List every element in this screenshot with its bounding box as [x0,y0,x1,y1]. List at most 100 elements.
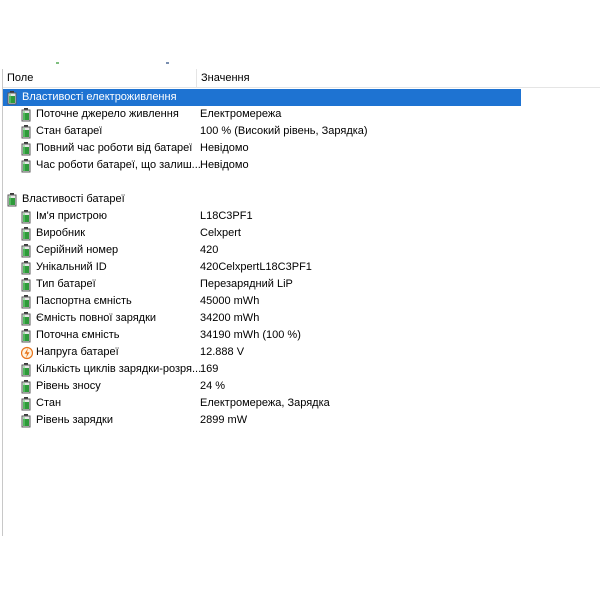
field-value: Невідомо [200,142,249,154]
field-name: Напруга батареї [36,346,119,358]
field-cell: Ім'я пристрою [21,208,107,225]
field-name: Рівень зарядки [36,414,113,426]
group-row[interactable]: Властивості електроживлення [3,89,521,106]
field-cell: Стан [21,395,61,412]
field-cell: Рівень зарядки [21,412,113,429]
field-cell: Повний час роботи від батареї [21,140,192,157]
field-cell: Виробник [21,225,85,242]
table-row[interactable]: Поточна ємність 34190 mWh (100 %) [3,327,600,344]
field-value: Електромережа [200,108,282,120]
field-cell: Поточне джерело живлення [21,106,179,123]
table-row[interactable]: Кількість циклів зарядки-розря... 169 [3,361,600,378]
column-header: Поле Значення [3,69,600,88]
field-name: Виробник [36,227,86,239]
field-cell: Кількість циклів зарядки-розря... [21,361,201,378]
group-title: Властивості батареї [22,193,125,205]
battery-icon [21,294,33,309]
field-cell: Тип батареї [21,276,96,293]
table-row[interactable]: Унікальний ID 420CelxpertL18C3PF1 [3,259,600,276]
field-value: L18C3PF1 [200,210,253,222]
battery-icon [21,243,33,258]
field-cell: Паспортна ємність [21,293,132,310]
field-name: Серійний номер [36,244,119,256]
battery-icon [21,413,33,428]
list-rows: Властивості електроживлення Поточне джере… [3,89,600,429]
field-value: 34190 mWh (100 %) [200,329,301,341]
toolbar-fragment [166,62,169,64]
field-value: 45000 mWh [200,295,260,307]
table-row[interactable]: Тип батареї Перезарядний LiP [3,276,600,293]
table-row[interactable]: Ємність повної зарядки 34200 mWh [3,310,600,327]
group-field: Властивості електроживлення [7,89,177,106]
field-value: 12.888 V [200,346,245,358]
group-field: Властивості батареї [7,191,125,208]
field-cell: Напруга батареї [21,344,119,361]
battery-icon [21,260,33,275]
battery-icon [21,124,33,139]
table-row[interactable]: Стан Електромережа, Зарядка [3,395,600,412]
battery-icon [21,396,33,411]
group-row[interactable]: Властивості батареї [3,191,600,208]
field-value: Celxpert [200,227,241,239]
battery-icon [21,158,33,173]
field-value: Перезарядний LiP [200,278,293,290]
field-value: 24 % [200,380,226,392]
battery-icon [21,328,33,343]
window: Поле Значення Властивості електроживленн… [0,0,600,600]
battery-icon [7,90,19,105]
field-name: Стан [36,397,62,409]
field-name: Поточне джерело живлення [36,108,179,120]
toolbar-area [0,0,600,68]
table-row[interactable]: Час роботи батареї, що залиш... Невідомо [3,157,600,174]
battery-icon [21,311,33,326]
battery-icon [21,209,33,224]
field-cell: Ємність повної зарядки [21,310,156,327]
battery-icon [21,226,33,241]
field-name: Ім'я пристрою [36,210,107,222]
field-name: Рівень зносу [36,380,101,392]
battery-icon [21,379,33,394]
field-cell: Поточна ємність [21,327,120,344]
field-name: Повний час роботи від батареї [36,142,193,154]
field-value: 169 [200,363,219,375]
voltage-icon [21,346,33,360]
battery-icon [21,277,33,292]
battery-icon [7,192,19,207]
field-cell: Рівень зносу [21,378,101,395]
row-spacer [3,174,600,191]
table-row[interactable]: Виробник Celxpert [3,225,600,242]
field-name: Поточна ємність [36,329,120,341]
field-value: 420CelxpertL18C3PF1 [200,261,312,273]
field-name: Кількість циклів зарядки-розря... [36,363,202,375]
field-value: 34200 mWh [200,312,260,324]
battery-icon [21,107,33,122]
field-cell: Час роботи батареї, що залиш... [21,157,201,174]
column-header-field[interactable]: Поле [3,69,196,87]
field-name: Час роботи батареї, що залиш... [36,159,201,171]
table-row[interactable]: Поточне джерело живлення Електромережа [3,106,600,123]
field-name: Унікальний ID [36,261,107,273]
field-value: Електромережа, Зарядка [200,397,330,409]
field-name: Паспортна ємність [36,295,132,307]
column-header-value[interactable]: Значення [196,69,600,87]
field-value: 2899 mW [200,414,248,426]
field-name: Ємність повної зарядки [36,312,157,324]
table-row[interactable]: Напруга батареї 12.888 V [3,344,600,361]
field-cell: Стан батареї [21,123,102,140]
field-value: 420 [200,244,219,256]
table-row[interactable]: Рівень зносу 24 % [3,378,600,395]
field-cell: Унікальний ID [21,259,107,276]
table-row[interactable]: Повний час роботи від батареї Невідомо [3,140,600,157]
toolbar-fragment [56,62,59,64]
field-cell: Серійний номер [21,242,118,259]
battery-icon [21,362,33,377]
table-row[interactable]: Стан батареї 100 % (Високий рівень, Заряд… [3,123,600,140]
table-row[interactable]: Рівень зарядки 2899 mW [3,412,600,429]
table-row[interactable]: Серійний номер 420 [3,242,600,259]
field-name: Стан батареї [36,125,103,137]
group-title: Властивості електроживлення [22,91,177,103]
properties-list[interactable]: Поле Значення Властивості електроживленн… [2,69,600,536]
table-row[interactable]: Паспортна ємність 45000 mWh [3,293,600,310]
field-value: 100 % (Високий рівень, Зарядка) [200,125,368,137]
table-row[interactable]: Ім'я пристрою L18C3PF1 [3,208,600,225]
